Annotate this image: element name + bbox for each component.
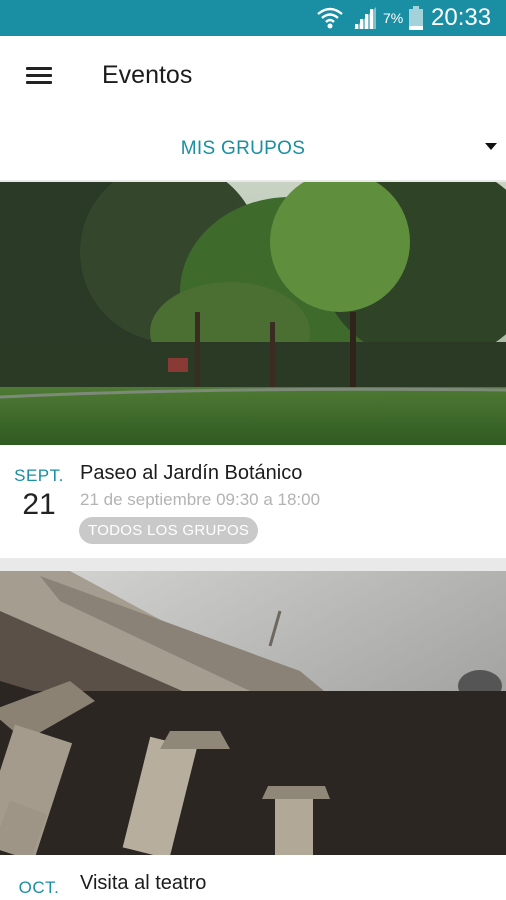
event-title: Visita al teatro [80,872,207,894]
battery-icon [409,6,423,30]
clock: 20:33 [431,4,492,31]
group-filter-dropdown[interactable]: MIS GRUPOS [0,116,506,180]
app-bar: Eventos [0,36,506,116]
wifi-icon [317,7,343,29]
event-time: 21 de septiembre 09:30 a 18:00 [80,490,321,509]
event-image-park [0,182,506,445]
battery-percent: 7% [383,10,404,26]
page-title: Eventos [102,61,193,89]
event-image-theater [0,571,506,855]
event-month: SEPT. [14,466,64,485]
event-title: Paseo al Jardín Botánico [80,462,303,484]
event-month: OCT. [18,878,60,897]
event-day: 21 [22,488,56,521]
signal-icon [354,7,376,29]
group-filter-label: MIS GRUPOS [180,138,306,159]
dropdown-arrow-icon [485,143,497,150]
hamburger-menu-icon[interactable] [20,60,60,90]
event-group-chip: TODOS LOS GRUPOS [79,517,259,544]
event-card[interactable]: OCT. Visita al teatro [0,571,506,900]
status-bar: 7% 20:33 [0,0,506,36]
event-card[interactable]: SEPT. 21 Paseo al Jardín Botánico 21 de … [0,182,506,558]
